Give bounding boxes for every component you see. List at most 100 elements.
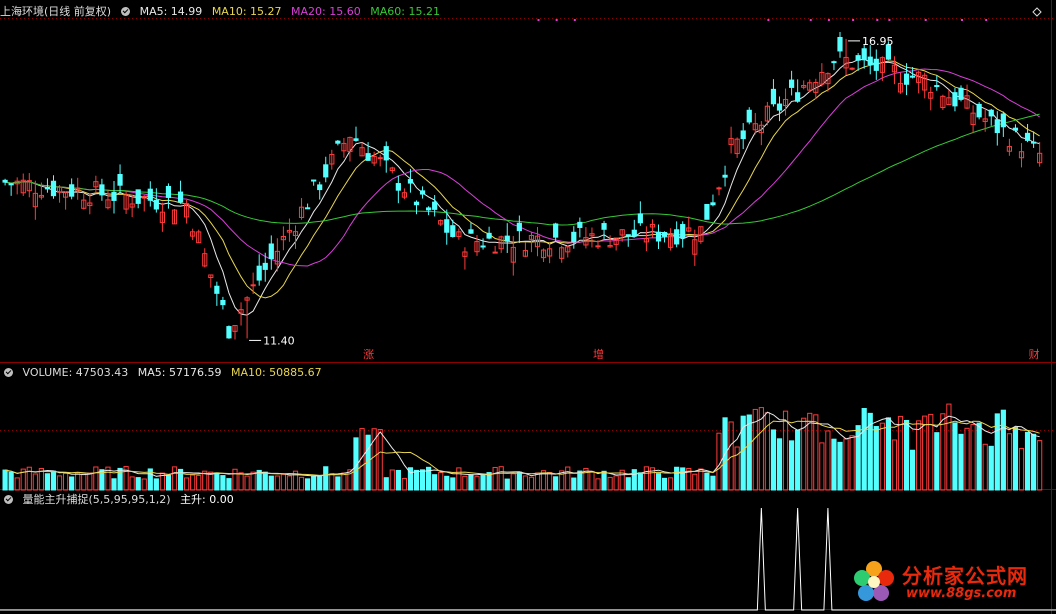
volume-bar[interactable] [1000, 409, 1006, 491]
volume-bar[interactable] [879, 422, 885, 491]
candle[interactable] [559, 245, 565, 263]
candle[interactable] [8, 182, 14, 196]
candle[interactable] [776, 96, 783, 122]
candle[interactable] [244, 296, 250, 339]
candle[interactable] [637, 201, 643, 226]
volume-bar[interactable] [903, 419, 910, 491]
candle-body[interactable] [867, 56, 873, 66]
candle[interactable] [964, 84, 970, 110]
volume-bar[interactable] [710, 475, 716, 491]
candle-body[interactable] [177, 191, 184, 203]
candle[interactable] [426, 206, 432, 216]
candle-body[interactable] [262, 262, 268, 270]
candle[interactable] [32, 180, 38, 220]
candle[interactable] [456, 228, 462, 240]
candle[interactable] [686, 216, 692, 233]
candle-body[interactable] [988, 109, 994, 117]
candle[interactable] [359, 142, 365, 157]
volume-bar[interactable] [601, 470, 607, 491]
candle[interactable] [81, 194, 87, 210]
volume-bar[interactable] [401, 477, 407, 491]
candle[interactable] [232, 325, 238, 340]
volume-bar[interactable] [8, 471, 14, 491]
settings-icon[interactable] [121, 7, 131, 16]
candle-body[interactable] [740, 130, 746, 140]
stock-title[interactable]: 上海环境(日线 前复权) [0, 5, 111, 18]
candle-body[interactable] [69, 184, 75, 197]
volume-settings-icon[interactable] [4, 368, 13, 377]
volume-bar[interactable] [746, 414, 752, 491]
candle-body[interactable] [117, 174, 123, 186]
candle-body[interactable] [958, 87, 964, 100]
volume-bar[interactable] [311, 475, 317, 491]
volume-bar[interactable] [1012, 427, 1019, 491]
candle[interactable] [383, 141, 389, 173]
candle[interactable] [165, 183, 172, 209]
candle[interactable] [661, 231, 668, 243]
volume-bar[interactable] [607, 476, 613, 491]
candle[interactable] [256, 254, 262, 286]
candle-body[interactable] [553, 223, 559, 238]
candle[interactable] [1031, 131, 1037, 148]
candle[interactable] [286, 218, 293, 242]
volume-bar[interactable] [171, 466, 178, 491]
candle[interactable] [401, 188, 407, 200]
candle[interactable] [438, 219, 444, 226]
candle-body[interactable] [8, 183, 14, 186]
candle-body[interactable] [910, 75, 916, 78]
volume-bar[interactable] [480, 474, 486, 491]
candle-body[interactable] [903, 73, 910, 85]
volume-bar[interactable] [837, 441, 843, 491]
candle[interactable] [317, 181, 323, 200]
volume-bar[interactable] [63, 472, 69, 491]
candle-body[interactable] [444, 219, 450, 233]
candle[interactable] [220, 296, 226, 310]
volume-bar[interactable] [135, 477, 141, 491]
volume-bar[interactable] [831, 438, 837, 491]
candle[interactable] [928, 86, 934, 111]
candle[interactable] [153, 188, 159, 213]
candle-body[interactable] [268, 243, 274, 260]
volume-bar[interactable] [2, 469, 8, 491]
volume-bar[interactable] [813, 414, 819, 491]
volume-bar[interactable] [637, 472, 643, 491]
candle[interactable] [177, 180, 184, 204]
candle[interactable] [547, 242, 553, 264]
candle[interactable] [486, 226, 492, 240]
candle[interactable] [625, 234, 631, 247]
candle-body[interactable] [716, 187, 722, 190]
candle-body[interactable] [1024, 132, 1031, 141]
candle[interactable] [734, 137, 740, 158]
candle[interactable] [214, 281, 220, 306]
candle[interactable] [353, 126, 359, 142]
candle[interactable] [196, 229, 202, 244]
volume-bar[interactable] [891, 439, 898, 491]
candle[interactable] [14, 177, 20, 195]
volume-bar[interactable] [329, 472, 335, 491]
candle[interactable] [631, 219, 637, 238]
candle[interactable] [105, 189, 111, 210]
candle-body[interactable] [450, 225, 456, 237]
candle[interactable] [413, 200, 420, 215]
volume-bar[interactable] [111, 478, 117, 491]
candle[interactable] [958, 85, 964, 102]
candle[interactable] [565, 245, 571, 258]
volume-bar[interactable] [238, 472, 244, 491]
candle[interactable] [716, 186, 722, 196]
candle[interactable] [20, 173, 26, 196]
volume-bar[interactable] [395, 469, 401, 491]
candle-body[interactable] [111, 192, 117, 201]
volume-bar[interactable] [14, 477, 20, 491]
candle[interactable] [855, 52, 861, 71]
indicator-settings-icon[interactable] [4, 495, 13, 504]
volume-bar[interactable] [305, 478, 311, 491]
candle[interactable] [111, 180, 117, 214]
candle-body[interactable] [710, 202, 716, 206]
candle[interactable] [577, 217, 583, 238]
candle-body[interactable] [165, 185, 172, 198]
candle[interactable] [837, 32, 843, 58]
candle[interactable] [468, 222, 474, 234]
candle-body[interactable] [492, 251, 498, 254]
volume-bar[interactable] [922, 415, 928, 491]
candle-body[interactable] [250, 284, 256, 287]
